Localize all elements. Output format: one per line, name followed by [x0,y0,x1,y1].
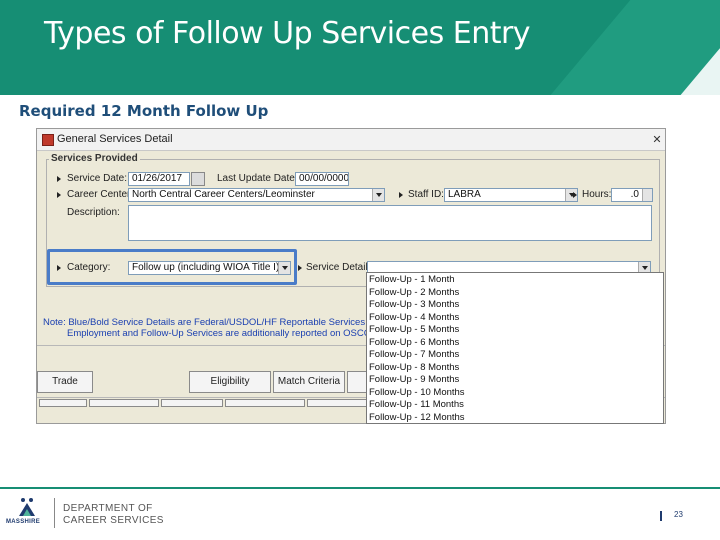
service-detail-dropdown-list[interactable]: Follow-Up - 1 Month Follow-Up - 2 Months… [366,272,664,424]
footer-rule [0,487,720,489]
page-marker [660,511,662,521]
dropdown-option[interactable]: Follow-Up - 6 Months [369,337,459,349]
dropdown-option[interactable]: Follow-Up - 12 Months [369,412,465,424]
dropdown-option[interactable]: Follow-Up - 3 Months [369,299,459,311]
lower-button[interactable] [89,399,159,407]
dropdown-option[interactable]: Follow-Up - 9 Months [369,374,459,386]
staff-id-label: Staff ID: [408,189,444,200]
department-line-2: CAREER SERVICES [63,515,164,526]
note-line-2: Employment and Follow-Up Services are ad… [67,328,384,339]
staff-id-select[interactable]: LABRA [444,188,578,202]
spinner-icon[interactable] [642,189,652,201]
staff-id-value: LABRA [448,189,481,200]
eligibility-button[interactable]: Eligibility [189,371,271,393]
description-textarea[interactable] [128,205,652,241]
hours-field[interactable]: .0 [611,188,653,202]
slide-header: Types of Follow Up Services Entry [0,0,720,95]
hours-label: Hours: [582,189,612,200]
dropdown-option[interactable]: Follow-Up - 8 Months [369,362,459,374]
dropdown-option[interactable]: Follow-Up - 5 Months [369,324,459,336]
note-line-1: Note: Blue/Bold Service Details are Fede… [43,317,366,328]
group-title: Services Provided [49,153,140,164]
career-center-label: Career Center: [67,189,134,200]
service-date-label: Service Date: [67,173,128,184]
required-field-arrow-icon [573,192,577,198]
description-label: Description: [67,207,120,218]
career-center-select[interactable]: North Central Career Centers/Leominster [128,188,385,202]
required-field-arrow-icon [57,176,61,182]
dropdown-option[interactable]: Follow-Up - 7 Months [369,349,459,361]
service-detail-label: Service Detail: [306,262,371,273]
window-title: General Services Detail [57,133,173,145]
dropdown-option[interactable]: Follow-Up - 10 Months [369,387,465,399]
lower-button[interactable] [161,399,223,407]
category-highlight-box [47,249,297,285]
dropdown-option[interactable]: Follow-Up - 4 Months [369,312,459,324]
slide-subtitle: Required 12 Month Follow Up [19,102,269,120]
logo-text: MASSHIRE [6,519,41,525]
dropdown-option[interactable]: Follow-Up - 1 Month [369,274,455,286]
service-date-field[interactable]: 01/26/2017 [128,172,190,186]
header-decoration [512,0,720,95]
dropdown-option[interactable]: Follow-Up - 2 Months [369,287,459,299]
career-center-value: North Central Career Centers/Leominster [132,189,315,200]
match-criteria-button[interactable]: Match Criteria [273,371,345,393]
required-field-arrow-icon [298,265,302,271]
department-line-1: DEPARTMENT OF [63,503,153,514]
department-name: DEPARTMENT OF CAREER SERVICES [63,503,164,527]
trade-button[interactable]: Trade [37,371,93,393]
dropdown-option[interactable]: Follow-Up - 11 Months [369,399,464,411]
lower-button[interactable] [225,399,305,407]
page-number: 23 [674,510,683,519]
window-titlebar: General Services Detail ✕ [37,129,665,151]
required-field-arrow-icon [57,192,61,198]
close-icon[interactable]: ✕ [651,134,663,146]
last-update-date-label: Last Update Date: [217,173,298,184]
chevron-down-icon[interactable] [372,189,384,201]
lower-button[interactable] [307,399,367,407]
more-button[interactable] [347,371,367,393]
slide-title: Types of Follow Up Services Entry [44,16,531,51]
required-field-arrow-icon [399,192,403,198]
last-update-date-field: 00/00/0000 [295,172,349,186]
lower-button[interactable] [39,399,87,407]
note-text: Note: Blue/Bold Service Details are Fede… [43,317,384,339]
footer-divider [54,498,55,528]
calendar-icon[interactable] [191,172,205,186]
app-icon [42,134,54,146]
hours-value: .0 [630,189,639,200]
